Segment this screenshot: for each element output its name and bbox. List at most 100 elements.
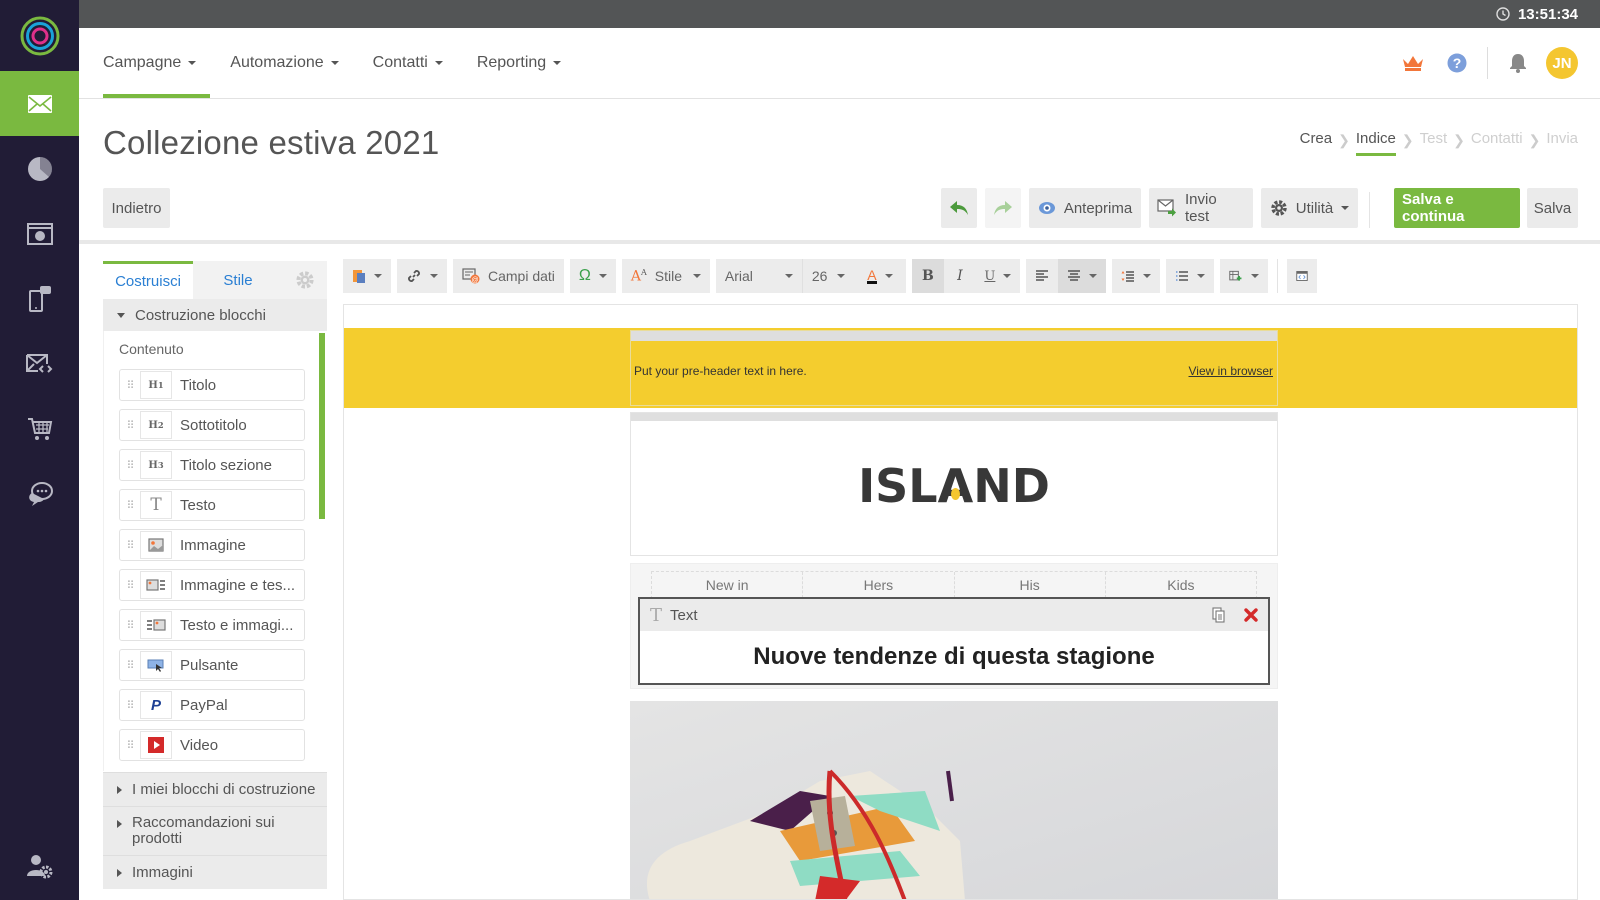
drag-handle-icon[interactable]: ⠿ [120,579,140,592]
align-left-button[interactable] [1025,259,1058,293]
preheader-text[interactable]: Put your pre-header text in here. [634,364,807,378]
drag-handle-icon[interactable]: ⠿ [120,619,140,632]
editor-toolbar: @ Campi dati Ω AA Stile Arial 26 A B I U [343,258,1578,294]
drag-handle-icon[interactable]: ⠿ [120,379,140,392]
style-dropdown[interactable]: AA Stile [621,259,710,293]
drag-handle-icon[interactable]: ⠿ [120,499,140,512]
sidebar-item-conversations[interactable] [0,461,79,526]
section-title: Raccomandazioni sui prodotti [132,814,275,847]
panel-tabs: Costruisci Stile [103,261,327,299]
back-button[interactable]: Indietro [103,188,170,228]
block-titolo[interactable]: ⠿ H 1 Titolo [119,369,305,401]
list-dropdown[interactable] [1165,259,1214,293]
undo-button[interactable] [941,188,977,228]
drag-handle-icon[interactable]: ⠿ [120,699,140,712]
sidebar-item-sms[interactable] [0,266,79,331]
upgrade-button[interactable] [1391,54,1435,72]
sidebar-item-reports[interactable] [0,136,79,201]
save-continue-button[interactable]: Salva e continua [1394,188,1520,228]
nav-link-his[interactable]: His [955,572,1106,598]
step-invia: Invia [1546,130,1578,147]
menu-reporting[interactable]: Reporting [477,28,562,98]
font-family-select[interactable]: Arial [715,259,802,293]
tab-costruisci[interactable]: Costruisci [103,261,193,299]
nav-link-hers[interactable]: Hers [803,572,955,598]
menu-contatti[interactable]: Contatti [373,28,443,98]
duplicate-icon[interactable] [1212,607,1226,623]
content-label: Contenuto [119,341,184,357]
section-building-blocks[interactable]: Costruzione blocchi [103,299,327,331]
video-icon [140,731,172,759]
drag-handle-icon[interactable]: ⠿ [120,659,140,672]
notifications-button[interactable] [1496,53,1540,73]
step-indice[interactable]: Indice [1355,130,1396,156]
app-logo[interactable] [0,0,79,71]
block-testo[interactable]: ⠿ T Testo [119,489,305,521]
tab-stile[interactable]: Stile [193,261,283,299]
block-testo-immagine[interactable]: ⠿ Testo e immagi... [119,609,305,641]
drag-handle-icon[interactable]: ⠿ [120,739,140,752]
send-test-button[interactable]: Invio test [1149,188,1253,228]
block-label: Sottotitolo [180,416,247,434]
triangle-right-icon [117,786,122,794]
tab-settings[interactable] [283,261,327,299]
sidebar-item-email-templates[interactable] [0,331,79,396]
data-fields-button[interactable]: @ Campi dati [453,259,564,293]
align-center-dropdown[interactable] [1057,259,1106,293]
italic-button[interactable]: I [943,259,976,293]
nav-link-kids[interactable]: Kids [1106,572,1256,598]
logo-block[interactable]: ISLAND [630,412,1278,556]
block-label: Testo e immagi... [180,616,294,634]
drag-handle-icon[interactable]: ⠿ [120,459,140,472]
menu-campagne[interactable]: Campagne [103,28,211,98]
block-sottotitolo[interactable]: ⠿ H 2 Sottotitolo [119,409,305,441]
sidebar-item-ecommerce[interactable] [0,396,79,461]
underline-dropdown[interactable]: U [975,259,1020,293]
sidebar-item-landing-pages[interactable] [0,201,79,266]
scrollbar[interactable] [319,333,325,519]
link-dropdown[interactable] [397,259,447,293]
drag-handle-icon[interactable]: ⠿ [120,539,140,552]
drag-handle-icon[interactable]: ⠿ [120,419,140,432]
caret-down-icon [692,274,701,278]
view-in-browser-link[interactable]: View in browser [1189,364,1273,378]
source-code-button[interactable] [1286,259,1317,293]
font-color-dropdown[interactable]: A [853,259,906,293]
user-avatar[interactable]: JN [1546,47,1578,79]
font-group: Arial 26 A [715,259,906,293]
block-immagine[interactable]: ⠿ Immagine [119,529,305,561]
step-crea[interactable]: Crea [1300,130,1333,151]
headline-text[interactable]: Nuove tendenze di questa stagione [640,631,1268,671]
block-label: PayPal [180,696,228,714]
section-my-blocks[interactable]: I miei blocchi di costruzione [103,772,327,806]
nav-link-new-in[interactable]: New in [652,572,804,598]
font-size-value: 26 [811,268,828,284]
bold-button[interactable]: B [911,259,944,293]
font-size-select[interactable]: 26 [801,259,854,293]
table-dropdown[interactable] [1219,259,1268,293]
utilities-dropdown[interactable]: Utilità [1261,188,1358,228]
sidebar-item-user-settings[interactable] [0,854,79,880]
line-height-dropdown[interactable] [1111,259,1160,293]
save-button[interactable]: Salva [1527,188,1578,228]
paypal-icon: P [140,691,172,719]
menu-automazione[interactable]: Automazione [230,28,339,98]
section-product-recommendations[interactable]: Raccomandazioni sui prodotti [103,806,327,855]
sidebar-item-email-campaigns[interactable] [0,71,79,136]
selected-text-block[interactable]: T Text Nuove tendenze di questa stagione [638,597,1270,685]
product-image-block[interactable] [630,701,1278,899]
redo-button[interactable] [985,188,1021,228]
block-paypal[interactable]: ⠿ P PayPal [119,689,305,721]
delete-icon[interactable] [1244,608,1258,622]
block-pulsante[interactable]: ⠿ Pulsante [119,649,305,681]
special-chars-dropdown[interactable]: Ω [569,259,616,293]
preheader-block[interactable]: Put your pre-header text in here. View i… [630,330,1278,406]
paste-dropdown[interactable] [343,259,391,293]
help-button[interactable]: ? [1435,53,1479,73]
section-images[interactable]: Immagini [103,855,327,889]
menu-label: Campagne [103,54,182,71]
block-video[interactable]: ⠿ Video [119,729,305,761]
block-immagine-testo[interactable]: ⠿ Immagine e tes... [119,569,305,601]
block-titolo-sezione[interactable]: ⠿ H 3 Titolo sezione [119,449,305,481]
preview-button[interactable]: Anteprima [1029,188,1141,228]
